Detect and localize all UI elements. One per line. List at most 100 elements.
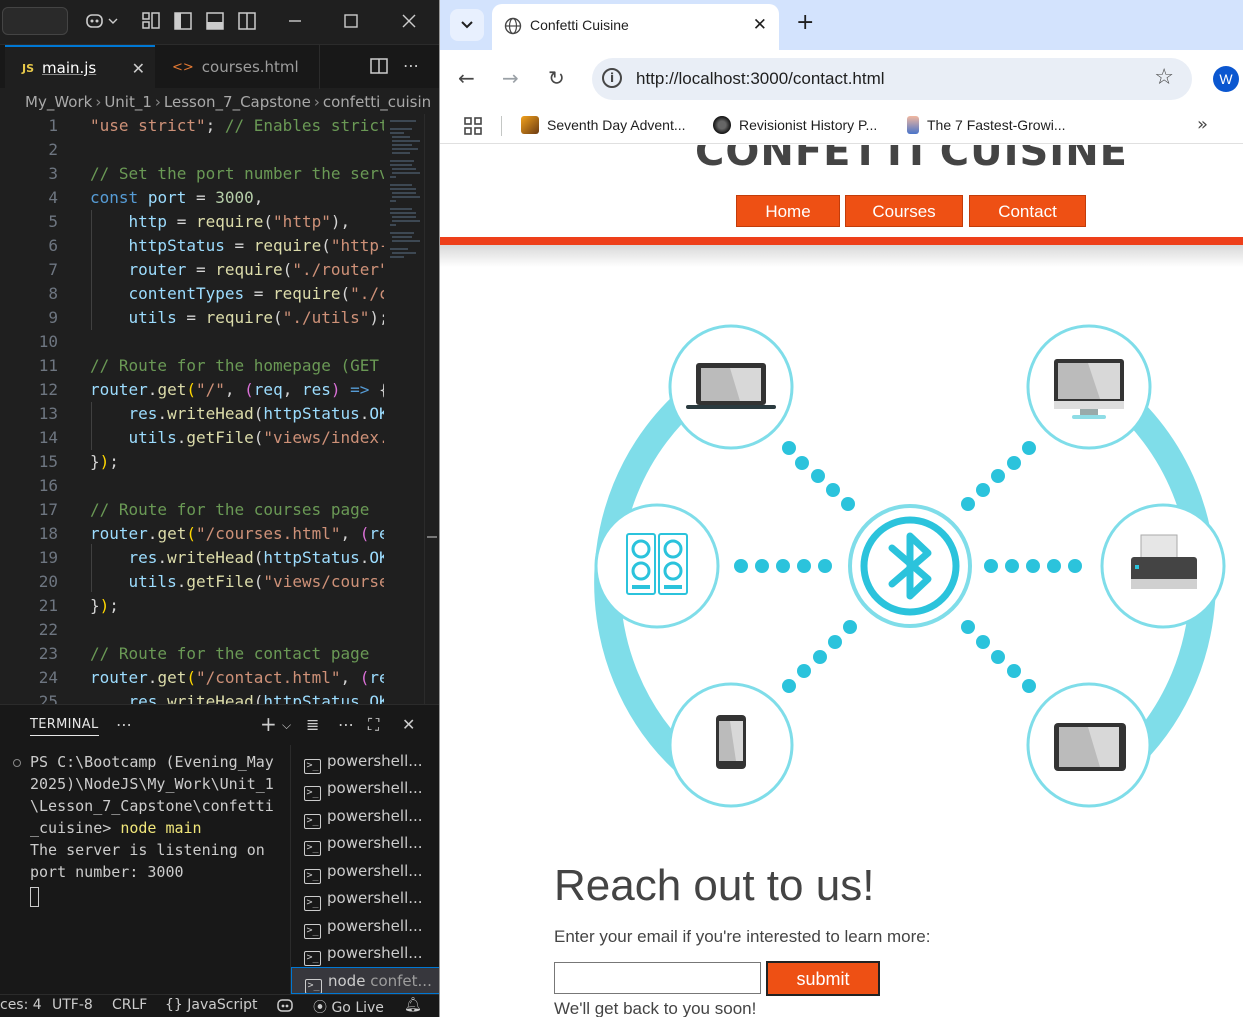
minimap[interactable]: [384, 114, 424, 704]
terminal-line: 2025)\NodeJS\My_Work\Unit_1: [30, 775, 274, 793]
more-panels-icon[interactable]: ⋯: [116, 715, 132, 734]
terminal-panel: TERMINAL ⋯ + ⌵ ≣ ⋯ ⛶ ✕ PS C:\Bootcamp (E…: [0, 704, 439, 995]
apps-grid-icon[interactable]: [464, 117, 482, 135]
tab-terminal[interactable]: TERMINAL: [30, 717, 99, 736]
terminal-instance[interactable]: >_ powershell...: [291, 858, 439, 885]
code-line: res.writeHead(httpStatus.OK);: [128, 404, 384, 423]
line-number: 14: [38, 428, 58, 447]
line-number: 22: [38, 620, 58, 639]
more-bookmarks-chevron-icon[interactable]: »: [1197, 114, 1208, 135]
tab-courses-html[interactable]: <> courses.html: [156, 45, 320, 89]
copilot-status-icon[interactable]: [276, 997, 294, 1017]
email-input[interactable]: [554, 962, 761, 994]
breadcrumb-item[interactable]: confetti_cuisin: [323, 93, 431, 111]
close-tab-icon[interactable]: ✕: [132, 59, 145, 78]
breadcrumb-item[interactable]: My_Work: [25, 93, 92, 111]
site-logo[interactable]: CONFETTI CUISINE: [440, 145, 1243, 175]
address-bar[interactable]: i http://localhost:3000/contact.html ☆: [592, 58, 1192, 100]
breadcrumb[interactable]: My_Work › Unit_1 › Lesson_7_Capstone › confett…: [0, 90, 439, 114]
line-number: 8: [48, 284, 58, 303]
bookmark-star-icon[interactable]: ☆: [1154, 65, 1174, 90]
code-line: router.get("/courses.html", (req): [90, 524, 384, 543]
code-line: "use strict"; // Enables strict mode: [90, 116, 384, 135]
command-center-search[interactable]: [2, 7, 68, 35]
site-header: CONFETTI CUISINE Home Courses Contact: [440, 145, 1243, 245]
submit-button[interactable]: submit: [766, 961, 880, 996]
toggle-secondary-sidebar-icon[interactable]: [236, 10, 258, 32]
terminal-instance[interactable]: >_ powershell...: [291, 885, 439, 912]
code-line: // Route for the courses page: [90, 500, 370, 519]
tab-main-js[interactable]: JS main.js ✕: [5, 45, 155, 89]
code-editor[interactable]: 1"use strict"; // Enables strict mode 2 …: [0, 114, 384, 704]
line-number: 21: [38, 596, 58, 615]
toggle-primary-sidebar-icon[interactable]: [172, 10, 194, 32]
nav-courses-link[interactable]: Courses: [845, 195, 963, 227]
nav-home-link[interactable]: Home: [736, 195, 840, 227]
terminal-instances-list: >_ powershell... >_ powershell... >_ powers…: [290, 745, 439, 995]
command-text: node main: [120, 819, 202, 837]
line-number: 23: [38, 644, 58, 663]
close-tab-icon[interactable]: ✕: [753, 15, 767, 35]
command-decoration-icon: [13, 759, 21, 767]
bookmark-item[interactable]: The 7 Fastest-Growi...: [907, 116, 1065, 134]
line-number: 4: [48, 188, 58, 207]
terminal-instance-active[interactable]: >_ node confet...: [291, 967, 439, 994]
header-accent-bar: [440, 237, 1243, 245]
nav-contact-link[interactable]: Contact: [969, 195, 1086, 227]
split-editor-icon[interactable]: [368, 55, 390, 77]
indentation-status[interactable]: ces: 4: [0, 997, 42, 1013]
profile-avatar[interactable]: W: [1213, 66, 1239, 92]
tab-search-chevron-icon[interactable]: [450, 9, 484, 41]
minimize-icon[interactable]: [284, 10, 306, 32]
maximize-panel-icon[interactable]: ⛶: [368, 715, 379, 735]
go-live-button[interactable]: ⦿ Go Live: [313, 997, 384, 1017]
terminal-output[interactable]: PS C:\Bootcamp (Evening_May 2025)\NodeJS…: [0, 751, 290, 995]
maximize-icon[interactable]: [340, 10, 362, 32]
new-tab-icon[interactable]: +: [796, 10, 814, 35]
terminal-instance[interactable]: >_ powershell...: [291, 775, 439, 802]
breadcrumb-item[interactable]: Lesson_7_Capstone: [164, 93, 311, 111]
language-status[interactable]: {} JavaScript: [165, 997, 257, 1013]
close-panel-icon[interactable]: ✕: [402, 715, 415, 734]
customize-layout-icon[interactable]: [140, 10, 162, 32]
more-actions-icon[interactable]: ⋯: [400, 55, 422, 77]
breadcrumb-item[interactable]: Unit_1: [104, 93, 152, 111]
copilot-menu-icon[interactable]: [84, 10, 120, 32]
terminal-instance[interactable]: >_ powershell...: [291, 830, 439, 857]
line-number: 18: [38, 524, 58, 543]
terminal-instance[interactable]: >_ powershell...: [291, 748, 439, 775]
more-actions-icon[interactable]: ⋯: [338, 715, 354, 734]
terminal-instance[interactable]: >_ powershell...: [291, 803, 439, 830]
terminal-instance[interactable]: >_ powershell...: [291, 913, 439, 940]
eol-status[interactable]: CRLF: [112, 997, 147, 1013]
terminal-instance[interactable]: >_ powershell...: [291, 940, 439, 967]
encoding-status[interactable]: UTF-8: [52, 997, 93, 1013]
bookmark-item[interactable]: Revisionist History P...: [713, 116, 877, 134]
notifications-bell-icon[interactable]: 🔔︎: [404, 997, 422, 1013]
terminal-layout-icon[interactable]: ≣: [306, 715, 319, 734]
close-window-icon[interactable]: [398, 10, 420, 32]
site-info-icon[interactable]: i: [602, 68, 622, 88]
editor-scrollbar[interactable]: [424, 114, 439, 704]
forward-arrow-icon[interactable]: →: [502, 66, 519, 90]
vscode-window: JS main.js ✕ <> courses.html ⋯ My_Work › U…: [0, 0, 439, 1017]
terminal-line: \Lesson_7_Capstone\confetti: [30, 797, 274, 815]
back-arrow-icon[interactable]: ←: [458, 66, 475, 90]
reload-icon[interactable]: ↻: [548, 66, 565, 90]
follow-up-note: We'll get back to you soon!: [554, 999, 757, 1017]
toggle-panel-icon[interactable]: [204, 10, 226, 32]
line-number: 17: [38, 500, 58, 519]
line-number: 1: [48, 116, 58, 135]
line-number: 16: [38, 476, 58, 495]
code-line: contentTypes = require("./contentTypes")…: [128, 284, 384, 303]
code-line: utils.getFile("views/index.html");: [128, 428, 384, 447]
url-text[interactable]: http://localhost:3000/contact.html: [636, 69, 885, 89]
laptop-icon: [686, 363, 776, 409]
new-terminal-icon[interactable]: +: [260, 712, 277, 736]
chevron-down-icon[interactable]: ⌵: [282, 718, 291, 733]
code-line: utils.getFile("views/courses.html");: [128, 572, 384, 591]
browser-tab-active[interactable]: Confetti Cuisine ✕: [492, 4, 779, 50]
terminal-icon: >_: [304, 759, 321, 774]
line-number: 25: [38, 692, 58, 704]
bookmark-item[interactable]: Seventh Day Advent...: [521, 116, 686, 134]
